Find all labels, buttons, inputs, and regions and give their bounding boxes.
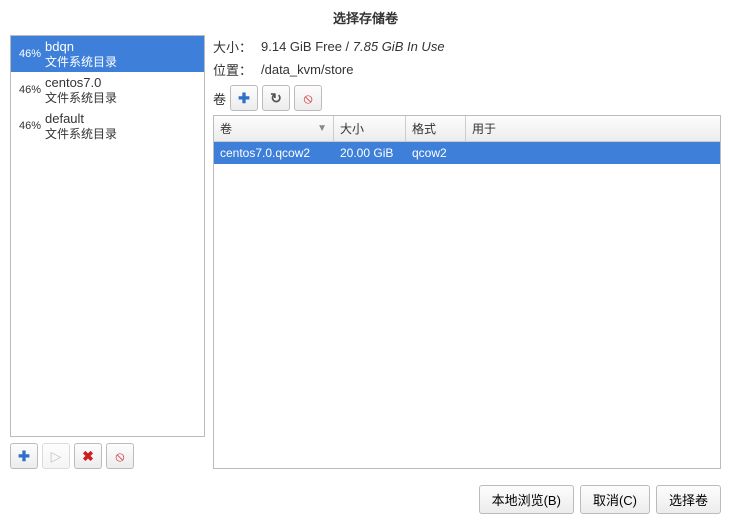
location-value: /data_kvm/store	[261, 62, 354, 77]
location-row: 位置： /data_kvm/store	[213, 58, 721, 81]
col-header-format[interactable]: 格式	[406, 116, 466, 141]
volume-toolbar-row: 卷 ✚ ↻ ⦸	[213, 81, 721, 115]
pool-text: bdqn 文件系统目录	[45, 39, 117, 69]
pool-stop-button[interactable]: ⦸	[106, 443, 134, 469]
pool-list[interactable]: 46% bdqn 文件系统目录 46% centos7.0 文件系统目录 46%…	[10, 35, 205, 437]
size-row: 大小： 9.14 GiB Free / 7.85 GiB In Use	[213, 35, 721, 58]
right-pane: 大小： 9.14 GiB Free / 7.85 GiB In Use 位置： …	[213, 35, 721, 469]
pool-item-centos70[interactable]: 46% centos7.0 文件系统目录	[11, 72, 204, 108]
col-header-size[interactable]: 大小	[334, 116, 406, 141]
pool-start-button[interactable]: ▷	[42, 443, 70, 469]
pool-subtype: 文件系统目录	[45, 91, 117, 105]
pool-pct: 46%	[15, 84, 41, 96]
pool-item-bdqn[interactable]: 46% bdqn 文件系统目录	[11, 36, 204, 72]
cell-size: 20.00 GiB	[334, 142, 406, 164]
volume-table: 卷 ▼ 大小 格式 用于 centos7.0.qcow2 20.00 GiB q…	[213, 115, 721, 469]
pool-name: bdqn	[45, 39, 117, 55]
pool-item-default[interactable]: 46% default 文件系统目录	[11, 108, 204, 144]
col-header-name-label: 卷	[220, 120, 232, 137]
pool-name: default	[45, 111, 117, 127]
location-label: 位置：	[213, 60, 261, 79]
pool-add-button[interactable]: ✚	[10, 443, 38, 469]
volume-label: 卷	[213, 89, 226, 108]
cell-name: centos7.0.qcow2	[214, 142, 334, 164]
pool-name: centos7.0	[45, 75, 117, 91]
pool-pct: 46%	[15, 48, 41, 60]
size-value: 9.14 GiB Free / 7.85 GiB In Use	[261, 39, 445, 54]
volume-refresh-button[interactable]: ↻	[262, 85, 290, 111]
pool-text: centos7.0 文件系统目录	[45, 75, 117, 105]
cancel-button[interactable]: 取消(C)	[580, 485, 650, 514]
play-icon: ▷	[51, 448, 62, 465]
delete-icon: ⦸	[303, 90, 312, 107]
pool-text: default 文件系统目录	[45, 111, 117, 141]
browse-local-button[interactable]: 本地浏览(B)	[479, 485, 574, 514]
choose-volume-button[interactable]: 选择卷	[656, 485, 721, 514]
pool-subtype: 文件系统目录	[45, 127, 117, 141]
sort-desc-icon: ▼	[317, 123, 327, 134]
dialog-buttons: 本地浏览(B) 取消(C) 选择卷	[0, 477, 731, 522]
volume-table-body[interactable]: centos7.0.qcow2 20.00 GiB qcow2	[214, 142, 720, 468]
pool-delete-button[interactable]: ✖	[74, 443, 102, 469]
x-icon: ✖	[82, 448, 94, 465]
size-sep: /	[342, 39, 353, 54]
cell-used	[466, 142, 720, 164]
col-header-name[interactable]: 卷 ▼	[214, 116, 334, 141]
pool-subtype: 文件系统目录	[45, 55, 117, 69]
main-area: 46% bdqn 文件系统目录 46% centos7.0 文件系统目录 46%…	[0, 35, 731, 477]
left-pane: 46% bdqn 文件系统目录 46% centos7.0 文件系统目录 46%…	[10, 35, 205, 469]
plus-icon: ✚	[238, 90, 250, 107]
cell-format: qcow2	[406, 142, 466, 164]
plus-icon: ✚	[18, 448, 30, 465]
size-label: 大小：	[213, 37, 261, 56]
pool-pct: 46%	[15, 120, 41, 132]
volume-add-button[interactable]: ✚	[230, 85, 258, 111]
table-row[interactable]: centos7.0.qcow2 20.00 GiB qcow2	[214, 142, 720, 164]
pool-toolbar: ✚ ▷ ✖ ⦸	[10, 437, 205, 469]
volume-table-header: 卷 ▼ 大小 格式 用于	[214, 116, 720, 142]
refresh-icon: ↻	[270, 90, 282, 107]
stop-icon: ⦸	[115, 448, 124, 465]
size-inuse: 7.85 GiB In Use	[353, 39, 445, 54]
dialog-title: 选择存储卷	[0, 0, 731, 35]
col-header-used[interactable]: 用于	[466, 116, 720, 141]
volume-delete-button[interactable]: ⦸	[294, 85, 322, 111]
size-free: 9.14 GiB Free	[261, 39, 342, 54]
